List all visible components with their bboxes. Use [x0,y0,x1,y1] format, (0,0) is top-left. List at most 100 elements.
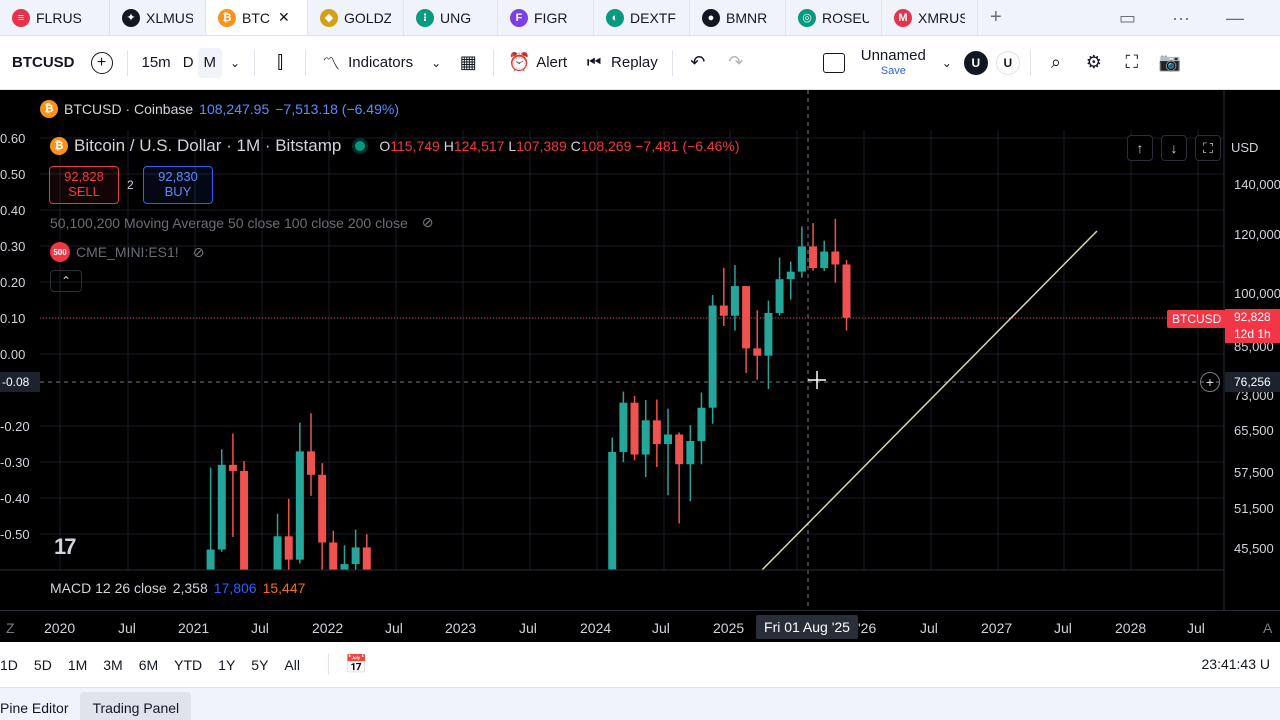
candle-body [842,264,851,318]
candle-body [719,305,728,316]
tab-btc[interactable]: ₿ BTC ✕ [206,0,308,35]
move-up-button[interactable]: ↑ [1127,135,1153,161]
layout-icon[interactable]: ▭ [1119,8,1136,29]
secondary-symbol-legend[interactable]: ₿ BTCUSD · Coinbase 108,247.95 −7,513.18… [40,98,405,120]
collapse-legend-button[interactable]: ⌃ [50,270,82,292]
clock[interactable]: 23:41:43 U [1202,656,1271,672]
settings-button[interactable]: ⚙ [1075,36,1113,90]
avatar: U [963,50,988,75]
range-6m-button[interactable]: 6M [139,657,166,673]
eye-hidden-icon[interactable]: ⊘ [193,244,205,261]
currency-label[interactable]: USD [1231,140,1258,155]
tradingview-logo-icon[interactable]: 17 [54,534,77,560]
bitcoin-icon: ₿ [50,137,68,155]
add-alert-icon[interactable]: + [1200,372,1220,392]
interval-dropdown[interactable]: ⌄ [222,36,248,90]
layout-name-button[interactable]: Unnamed Save ⌄ [853,36,960,90]
time-axis[interactable]: Z 2020 Jul 2021 Jul 2022 Jul 2023 Jul 20… [0,610,1280,642]
templates-button[interactable]: ▦ [449,36,487,90]
market-open-icon [355,141,366,151]
macd-legend[interactable]: MACD 12 26 close 2,358 17,806 15,447 [50,580,305,596]
symbol-tab-bar: ≡ FLRUS ✦ XLMUS ₿ BTC ✕ ◆ GOLDZ ⁝ UNG F FIGR ◐ D… [0,0,1280,36]
range-1y-button[interactable]: 1Y [218,657,243,673]
range-1m-button[interactable]: 1M [68,657,95,673]
chart-pane[interactable]: ₿ BTCUSD · Coinbase 108,247.95 −7,513.18… [0,90,1280,642]
candle-body [652,420,661,445]
candle-body [284,536,293,560]
range-all-button[interactable]: All [284,657,308,673]
symbol-search-button[interactable]: BTCUSD [0,36,83,90]
range-5y-button[interactable]: 5Y [251,657,276,673]
indicators-icon: 〽 [322,53,341,74]
tab-bmnr[interactable]: ● BMNR [690,0,786,35]
sell-button[interactable]: 92,828 SELL [49,166,119,204]
time-tick: 2021 [178,620,210,636]
add-tab-button[interactable]: + [978,0,1028,35]
camera-icon: 📷 [1158,52,1182,72]
candle-body [630,402,639,455]
chart-type-button[interactable]: ⫿ [261,36,299,90]
alarm-clock-icon: ⏰ [508,52,531,72]
layout-toggle[interactable] [815,36,853,90]
go-to-date-button[interactable]: 📅 [327,654,375,675]
candle-body [351,547,360,565]
plus-circle-icon: + [90,51,113,74]
maximize-pane-button[interactable]: ⛶ [1195,135,1221,161]
range-1d-button[interactable]: 1D [0,657,26,673]
tab-xlmus[interactable]: ✦ XLMUS [110,0,206,35]
tab-pine-editor[interactable]: Pine Editor [0,692,80,720]
fullscreen-button[interactable]: ⛶ [1113,36,1151,90]
time-tick: 2027 [981,620,1013,636]
undo-button[interactable]: ↶ [679,36,717,90]
fullscreen-icon: ⛶ [1125,52,1139,72]
time-tick: Jul [1187,620,1205,636]
time-tick: 2020 [44,620,76,636]
tab-goldz[interactable]: ◆ GOLDZ [308,0,404,35]
tab-xmrus[interactable]: M XMRUS [882,0,978,35]
range-ytd-button[interactable]: YTD [174,657,210,673]
more-icon[interactable]: ··· [1172,8,1190,29]
toolbar-divider [305,49,307,76]
left-axis-tick: 0.30 [0,239,26,254]
candle-body [619,402,628,452]
interval-15m-button[interactable]: 15m [134,36,179,90]
buy-button[interactable]: 92,830 BUY [143,166,213,204]
moving-average-legend[interactable]: 50,100,200 Moving Average 50 close 100 c… [50,214,434,231]
replay-button[interactable]: ⏮ Replay [575,36,666,90]
tab-dextf[interactable]: ◐ DEXTF [594,0,690,35]
tab-flrus[interactable]: ≡ FLRUS [0,0,110,35]
interval-d-button[interactable]: D [179,36,198,90]
toolbar-divider [671,49,673,76]
close-icon[interactable]: ✕ [278,9,290,26]
crosshair-left-tag: -0.08 [0,372,40,392]
interval-m-button[interactable]: M [197,47,223,78]
candle-body [206,549,215,570]
main-series-legend[interactable]: ₿ Bitcoin / U.S. Dollar · 1M · Bitstamp … [50,136,740,156]
tab-roseu[interactable]: ◎ ROSEU [786,0,882,35]
spread-value: 2 [127,178,134,192]
chevron-down-icon: ⌄ [941,55,952,70]
candle-body [675,434,684,465]
indicators-button[interactable]: 〽 Indicators ⌄ [312,36,449,90]
tab-ung[interactable]: ⁝ UNG [404,0,498,35]
price-axis-tick: 100,000 [1234,286,1280,301]
eye-hidden-icon[interactable]: ⊘ [422,214,434,231]
tab-trading-panel[interactable]: Trading Panel [80,692,192,720]
candle-body [809,246,818,269]
tab-figr[interactable]: F FIGR [498,0,594,35]
range-3m-button[interactable]: 3M [103,657,130,673]
redo-button[interactable]: ↷ [717,36,755,90]
compare-button[interactable]: + [83,36,121,90]
quick-search-button[interactable]: ⌕ [1037,36,1075,90]
user-avatar-button[interactable]: U [960,36,992,90]
auto-scale-label[interactable]: A [1263,620,1272,636]
candle-body [730,286,739,316]
cme-legend[interactable]: 500 CME_MINI:ES1! ⊘ [50,242,204,262]
snapshot-button[interactable]: 📷 [1151,36,1189,90]
bottom-panel-tabs: Pine Editor Trading Panel [0,688,1280,720]
range-5d-button[interactable]: 5D [34,657,60,673]
alert-button[interactable]: ⏰ Alert [500,36,575,90]
minimize-icon[interactable]: — [1226,8,1244,29]
secondary-avatar-button[interactable]: U [992,36,1024,90]
move-down-button[interactable]: ↓ [1161,135,1187,161]
